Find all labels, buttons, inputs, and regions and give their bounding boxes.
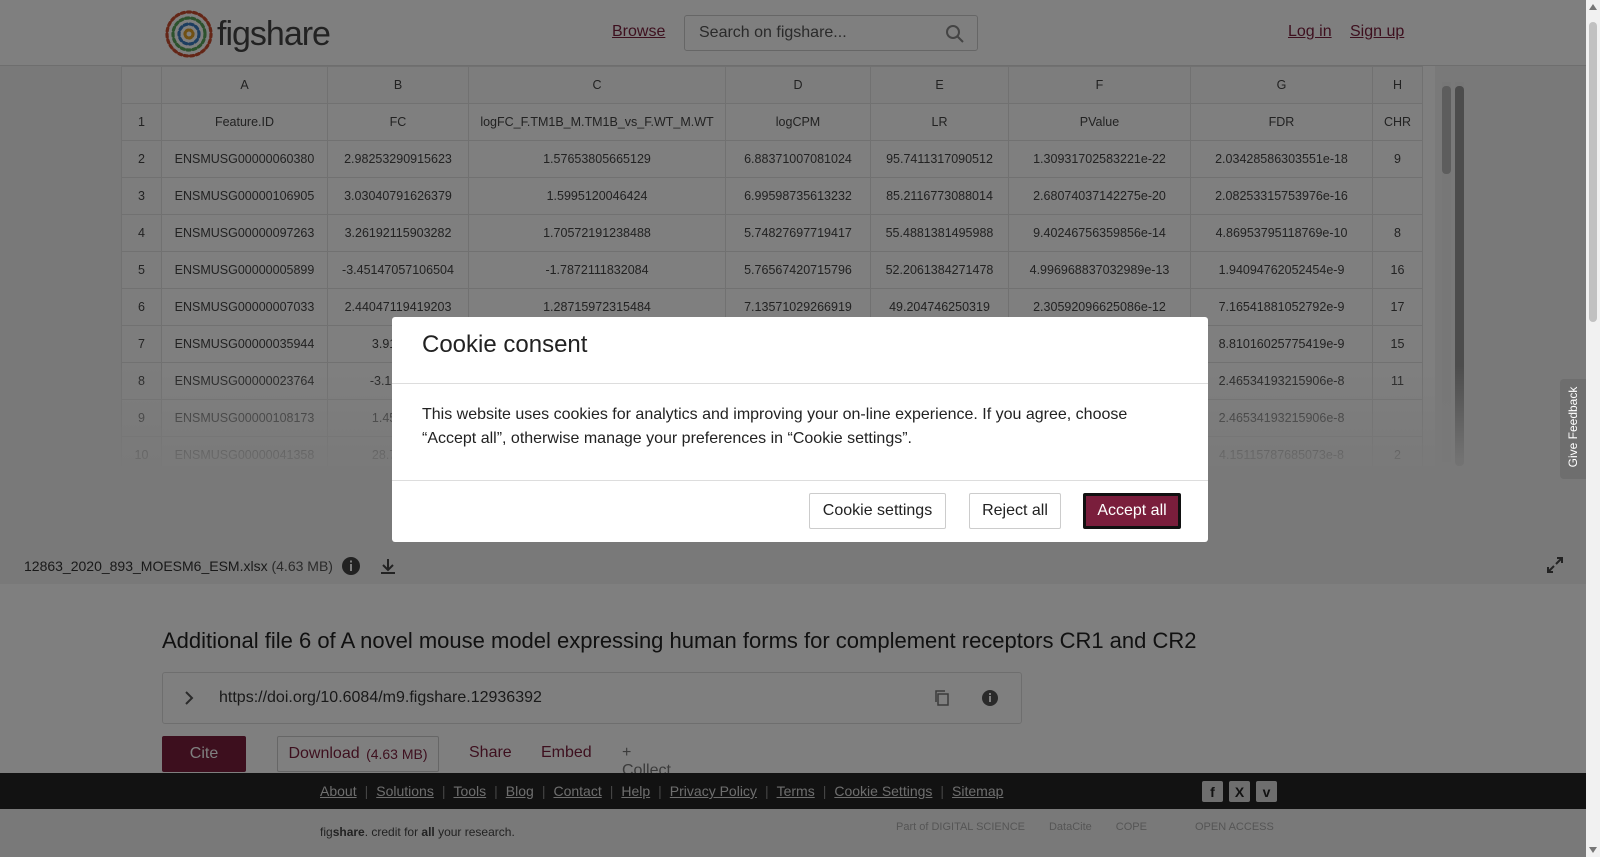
page-scrollbar[interactable] (1586, 0, 1600, 857)
give-feedback-button[interactable]: Give Feedback (1560, 379, 1586, 479)
page-scroll-thumb[interactable] (1589, 22, 1597, 322)
reject-all-button[interactable]: Reject all (969, 493, 1061, 529)
divider (392, 480, 1208, 481)
cookie-settings-button[interactable]: Cookie settings (809, 493, 946, 529)
dialog-title: Cookie consent (422, 331, 588, 358)
scroll-down-icon[interactable] (1589, 847, 1597, 853)
cookie-consent-dialog: Cookie consent This website uses cookies… (392, 317, 1208, 542)
dialog-body: This website uses cookies for analytics … (422, 406, 1128, 447)
scroll-up-icon[interactable] (1589, 4, 1597, 10)
divider (392, 383, 1208, 384)
accept-all-button[interactable]: Accept all (1083, 493, 1181, 529)
give-feedback-label: Give Feedback (1566, 386, 1580, 468)
